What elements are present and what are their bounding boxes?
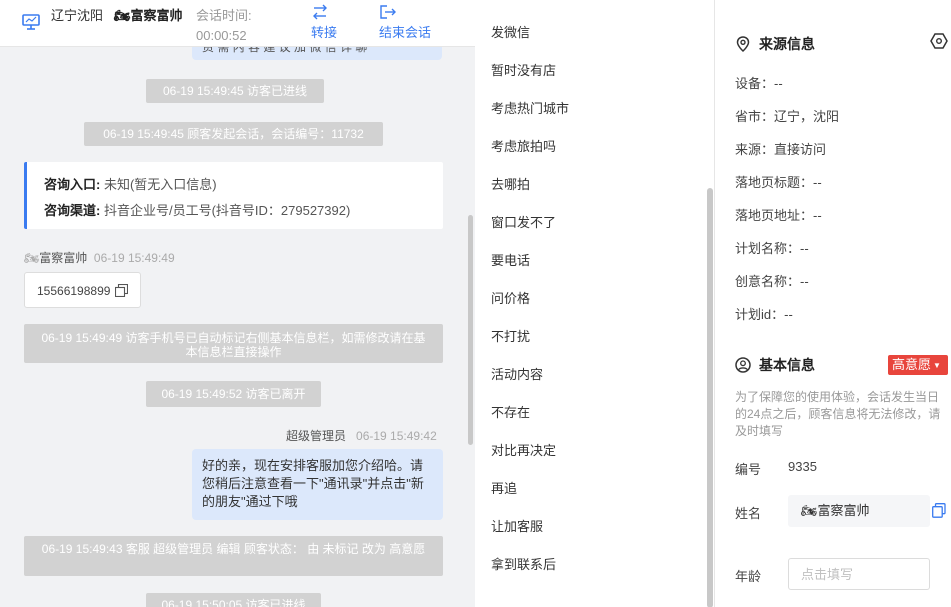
transfer-icon bbox=[313, 4, 327, 20]
name-value: 富察富帅 bbox=[817, 503, 870, 518]
source-province-city: 省市：辽宁，沈阳 bbox=[735, 109, 840, 124]
session-time: 会话时间: 00:00:52 bbox=[196, 6, 276, 46]
quick-reply-item[interactable]: 发微信 bbox=[491, 25, 530, 41]
phone-message: 15566198899 bbox=[24, 272, 141, 308]
quick-reply-item[interactable]: 要电话 bbox=[491, 253, 530, 269]
source-info-title: 来源信息 bbox=[735, 34, 815, 54]
quick-reply-item[interactable]: 拿到联系后 bbox=[491, 557, 556, 573]
admin-message-bubble: 好的亲，现在安排客服加您介绍哈。请您稍后注意查看一下"通讯录"并点击"新的朋友"… bbox=[192, 449, 443, 520]
visitor-name-text: 富察富帅 bbox=[130, 8, 183, 23]
quick-reply-item[interactable]: 不打扰 bbox=[491, 329, 530, 345]
session-time-label: 会话时间: bbox=[196, 8, 252, 23]
quick-reply-item[interactable]: 再追 bbox=[491, 481, 517, 497]
caret-down-icon: ▼ bbox=[933, 361, 941, 370]
customer-message-meta: 🏍富察富帅 06-19 15:49:49 bbox=[24, 249, 175, 266]
settings-icon[interactable] bbox=[930, 33, 948, 49]
monitor-icon bbox=[22, 14, 40, 30]
end-session-button[interactable]: 结束会话 bbox=[379, 4, 431, 41]
consult-entry-row: 咨询入口: 未知(暂无入口信息) bbox=[44, 177, 217, 192]
visitor-name: 🏍富察富帅 bbox=[114, 8, 184, 24]
motorbike-avatar-icon: 🏍 bbox=[801, 503, 818, 518]
chat-panel: 辽宁沈阳 🏍富察富帅 会话时间: 00:00:52 转接 结束会话 资 需 内 … bbox=[0, 0, 475, 607]
age-label: 年龄 bbox=[735, 569, 762, 584]
quick-reply-item[interactable]: 活动内容 bbox=[491, 367, 543, 383]
system-message: 06-19 15:49:43 客服 超级管理员 编辑 顾客状态： 由 未标记 改… bbox=[24, 536, 443, 576]
location-pin-icon bbox=[736, 36, 750, 53]
system-message: 06-19 15:49:52 访客已离开 bbox=[146, 381, 321, 407]
chat-header: 辽宁沈阳 🏍富察富帅 会话时间: 00:00:52 转接 结束会话 bbox=[0, 0, 475, 47]
quick-reply-item[interactable]: 不存在 bbox=[491, 405, 530, 421]
system-message: 06-19 15:50:05 访客已进线 bbox=[146, 593, 321, 607]
age-input[interactable] bbox=[788, 558, 930, 590]
chat-scrollbar[interactable] bbox=[468, 215, 473, 445]
intent-level-label: 高意愿 bbox=[892, 357, 932, 372]
phone-number: 15566198899 bbox=[37, 284, 111, 298]
source-origin: 来源：直接访问 bbox=[735, 142, 827, 157]
edit-notice: 为了保障您的使用体验，会话发生当日的24点之后，顾客信息将无法修改，请及时填写 bbox=[735, 390, 941, 438]
customer-msg-time: 06-19 15:49:49 bbox=[93, 251, 175, 265]
source-device: 设备：-- bbox=[735, 76, 783, 91]
copy-icon[interactable] bbox=[115, 284, 128, 297]
id-value: 9335 bbox=[788, 459, 817, 474]
quick-reply-item[interactable]: 考虑旅拍吗 bbox=[491, 139, 556, 155]
visitor-location: 辽宁沈阳 bbox=[51, 8, 104, 23]
source-plan-id: 计划id：-- bbox=[735, 307, 793, 322]
quick-reply-item[interactable]: 窗口发不了 bbox=[491, 215, 556, 231]
exit-icon bbox=[380, 5, 396, 19]
consult-info-card: 咨询入口: 未知(暂无入口信息) 咨询渠道: 抖音企业号/员工号(抖音号ID：2… bbox=[24, 162, 443, 229]
motorbike-avatar-icon: 🏍 bbox=[24, 251, 40, 265]
motorbike-avatar-icon: 🏍 bbox=[114, 8, 131, 23]
admin-sender: 超级管理员 bbox=[286, 429, 347, 443]
system-message: 06-19 15:49:45 顾客发起会话，会话编号：11732 bbox=[84, 122, 383, 146]
quick-reply-item[interactable]: 让加客服 bbox=[491, 519, 543, 535]
name-field[interactable]: 🏍富察富帅 bbox=[788, 495, 930, 527]
intent-level-dropdown[interactable]: 高意愿 ▼ bbox=[888, 355, 948, 375]
admin-message-meta: 超级管理员 06-19 15:49:42 bbox=[286, 427, 437, 444]
admin-msg-time: 06-19 15:49:42 bbox=[356, 429, 437, 443]
quick-reply-scrollbar[interactable] bbox=[707, 188, 713, 607]
source-plan-name: 计划名称：-- bbox=[735, 241, 809, 256]
session-time-value: 00:00:52 bbox=[196, 28, 247, 43]
consult-channel-row: 咨询渠道: 抖音企业号/员工号(抖音号ID：279527392) bbox=[44, 203, 351, 218]
quick-reply-item[interactable]: 考虑热门城市 bbox=[491, 101, 569, 117]
transfer-button[interactable]: 转接 bbox=[311, 4, 337, 41]
quick-reply-item[interactable]: 暂时没有店 bbox=[491, 63, 556, 79]
transfer-label: 转接 bbox=[311, 25, 338, 40]
id-label: 编号 bbox=[735, 462, 762, 477]
quick-reply-item[interactable]: 去哪拍 bbox=[491, 177, 530, 193]
quick-reply-item[interactable]: 对比再决定 bbox=[491, 443, 556, 459]
quick-reply-item[interactable]: 问价格 bbox=[491, 291, 530, 307]
quick-reply-panel: 发微信 暂时没有店 考虑热门城市 考虑旅拍吗 去哪拍 窗口发不了 要电话 问价格… bbox=[475, 0, 715, 607]
customer-sender: 富察富帅 bbox=[39, 251, 88, 265]
system-message: 06-19 15:49:45 访客已进线 bbox=[146, 79, 324, 103]
basic-info-title: 基本信息 bbox=[735, 355, 815, 375]
copy-icon[interactable] bbox=[932, 503, 946, 518]
name-label: 姓名 bbox=[735, 506, 762, 521]
end-session-label: 结束会话 bbox=[379, 25, 432, 40]
source-landing-url: 落地页地址：-- bbox=[735, 208, 822, 223]
system-message: 06-19 15:49:49 访客手机号已自动标记右侧基本信息栏，如需修改请在基… bbox=[24, 324, 443, 363]
user-circle-icon bbox=[735, 357, 751, 373]
source-creative-name: 创意名称：-- bbox=[735, 274, 809, 289]
customer-info-panel: 来源信息 设备：-- 省市：辽宁，沈阳 来源：直接访问 落地页标题：-- 落地页… bbox=[716, 0, 951, 607]
source-landing-title: 落地页标题：-- bbox=[735, 175, 822, 190]
